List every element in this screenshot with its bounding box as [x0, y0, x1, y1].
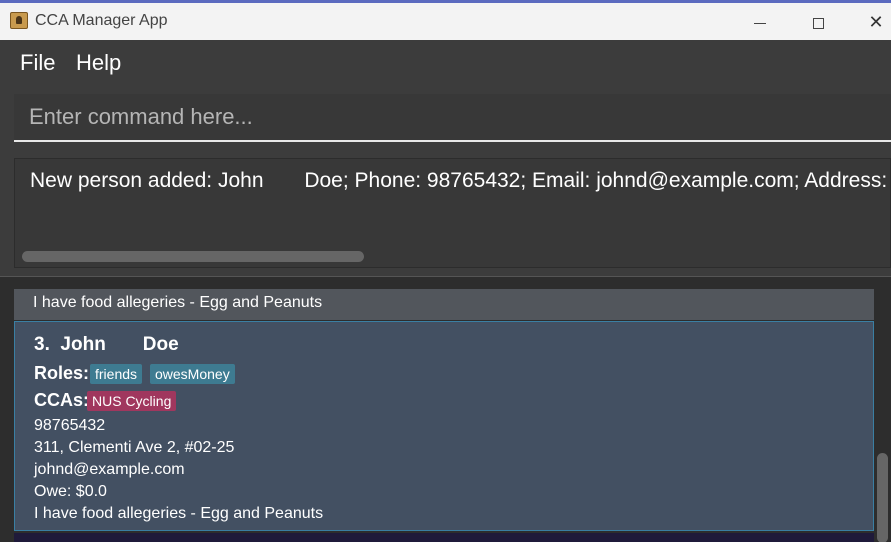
person-owe: Owe: $0.0: [34, 483, 107, 500]
result-text: New person added: John Doe; Phone: 98765…: [30, 169, 888, 192]
roles-label: Roles:: [34, 363, 90, 383]
close-icon: ✕: [868, 12, 884, 32]
person-note: I have food allegeries - Egg and Peanuts: [33, 294, 323, 311]
role-tag-friends: friends: [90, 364, 143, 384]
person-note: I have food allegeries - Egg and Peanuts: [34, 505, 324, 522]
person-list: I have food allegeries - Egg and Peanuts…: [14, 289, 874, 542]
title-bar: CCA Manager App ✕: [0, 0, 891, 40]
app-person-icon: [10, 12, 28, 29]
result-display: New person added: John Doe; Phone: 98765…: [14, 158, 891, 268]
list-item[interactable]: I have food allegeries - Egg and Peanuts: [14, 289, 874, 320]
person-index: 3.: [34, 334, 50, 355]
person-email: johnd@example.com: [34, 461, 185, 478]
close-button[interactable]: ✕: [856, 9, 891, 35]
person-address: 311, Clementi Ave 2, #02-25: [34, 439, 235, 456]
command-box: [14, 94, 891, 142]
list-vertical-scrollbar[interactable]: [877, 453, 888, 542]
person-full-name: John Doe: [60, 334, 179, 355]
menu-bar: File Help: [0, 40, 891, 84]
result-horizontal-scrollbar[interactable]: [22, 251, 364, 262]
menu-help[interactable]: Help: [76, 50, 121, 76]
person-name: 3. John Doe: [34, 334, 179, 356]
ccas-row: CCAs: NUS Cycling: [34, 390, 177, 411]
cca-tag: NUS Cycling: [87, 391, 177, 411]
window-title: CCA Manager App: [35, 12, 168, 29]
minimize-icon: [754, 22, 766, 24]
list-bottom-edge: [14, 533, 874, 542]
person-phone: 98765432: [34, 417, 106, 434]
role-tag-owes-money: owesMoney: [150, 364, 235, 384]
ccas-label: CCAs:: [34, 390, 90, 410]
maximize-icon: [812, 17, 824, 29]
minimize-button[interactable]: [740, 9, 780, 35]
maximize-button[interactable]: [798, 9, 838, 35]
command-input[interactable]: [14, 94, 891, 140]
person-list-panel: I have food allegeries - Egg and Peanuts…: [0, 276, 891, 542]
roles-row: Roles: friends owesMoney: [34, 363, 235, 384]
person-card[interactable]: 3. John Doe Roles: friends owesMoney CCA…: [14, 321, 874, 531]
menu-file[interactable]: File: [20, 50, 55, 76]
